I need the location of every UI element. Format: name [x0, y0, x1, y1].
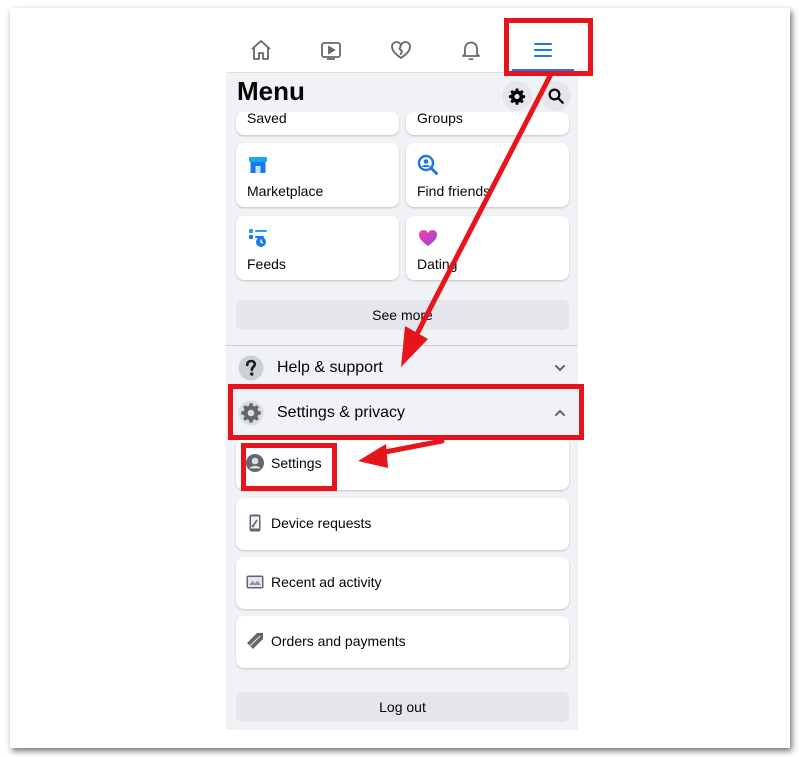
shortcut-feeds[interactable]: Feeds — [236, 216, 399, 280]
search-icon — [548, 88, 564, 104]
shortcut-groups[interactable]: Groups — [406, 112, 569, 135]
shortcut-dating[interactable]: Dating — [406, 216, 569, 280]
feeds-icon — [249, 229, 267, 247]
logout-button[interactable]: Log out — [236, 692, 569, 722]
tab-notifications[interactable] — [436, 28, 506, 72]
marketplace-icon — [249, 157, 267, 173]
shortcut-label: Feeds — [247, 256, 286, 272]
bell-icon — [462, 41, 480, 61]
page-title: Menu — [237, 76, 305, 106]
device-requests-label: Device requests — [271, 515, 372, 531]
shortcut-marketplace[interactable]: Marketplace — [236, 143, 399, 207]
shortcut-saved[interactable]: Saved — [236, 112, 399, 135]
shortcut-label: Marketplace — [247, 183, 324, 199]
shortcut-find-friends[interactable]: Find friends — [406, 143, 569, 207]
tab-dating[interactable] — [366, 28, 436, 72]
dating-heart-icon — [419, 230, 437, 246]
tag-icon — [247, 633, 263, 649]
shortcut-label: Saved — [247, 112, 287, 126]
shortcut-label: Groups — [417, 112, 463, 126]
settings-button[interactable] — [502, 81, 532, 111]
recent-ad-activity-label: Recent ad activity — [271, 574, 382, 590]
device-requests-item[interactable]: Device requests — [236, 498, 569, 550]
phone-icon — [249, 514, 261, 532]
find-friends-icon — [417, 154, 438, 175]
shortcut-label: Dating — [417, 256, 458, 272]
heart-icon — [391, 41, 411, 59]
menu-highlight-box — [504, 18, 593, 76]
section-title: Help & support — [277, 359, 383, 376]
settings-highlight-box — [241, 443, 337, 491]
gear-icon — [508, 88, 526, 105]
question-icon — [238, 355, 264, 381]
orders-payments-label: Orders and payments — [271, 633, 406, 649]
search-button[interactable] — [541, 81, 571, 111]
chevron-down-icon — [555, 365, 565, 371]
ad-activity-icon — [246, 575, 264, 589]
orders-payments-item[interactable]: Orders and payments — [236, 616, 569, 668]
settings-privacy-highlight-box — [228, 384, 584, 440]
tab-home[interactable] — [226, 28, 296, 72]
phone-screen: Menu Saved Groups Marketplace Find frien… — [226, 28, 578, 730]
recent-ad-activity-item[interactable]: Recent ad activity — [236, 557, 569, 609]
tab-watch[interactable] — [296, 28, 366, 72]
shortcut-label: Find friends — [417, 183, 491, 199]
video-icon — [321, 42, 341, 60]
home-icon — [251, 40, 271, 60]
see-more-button[interactable]: See more — [236, 300, 569, 330]
